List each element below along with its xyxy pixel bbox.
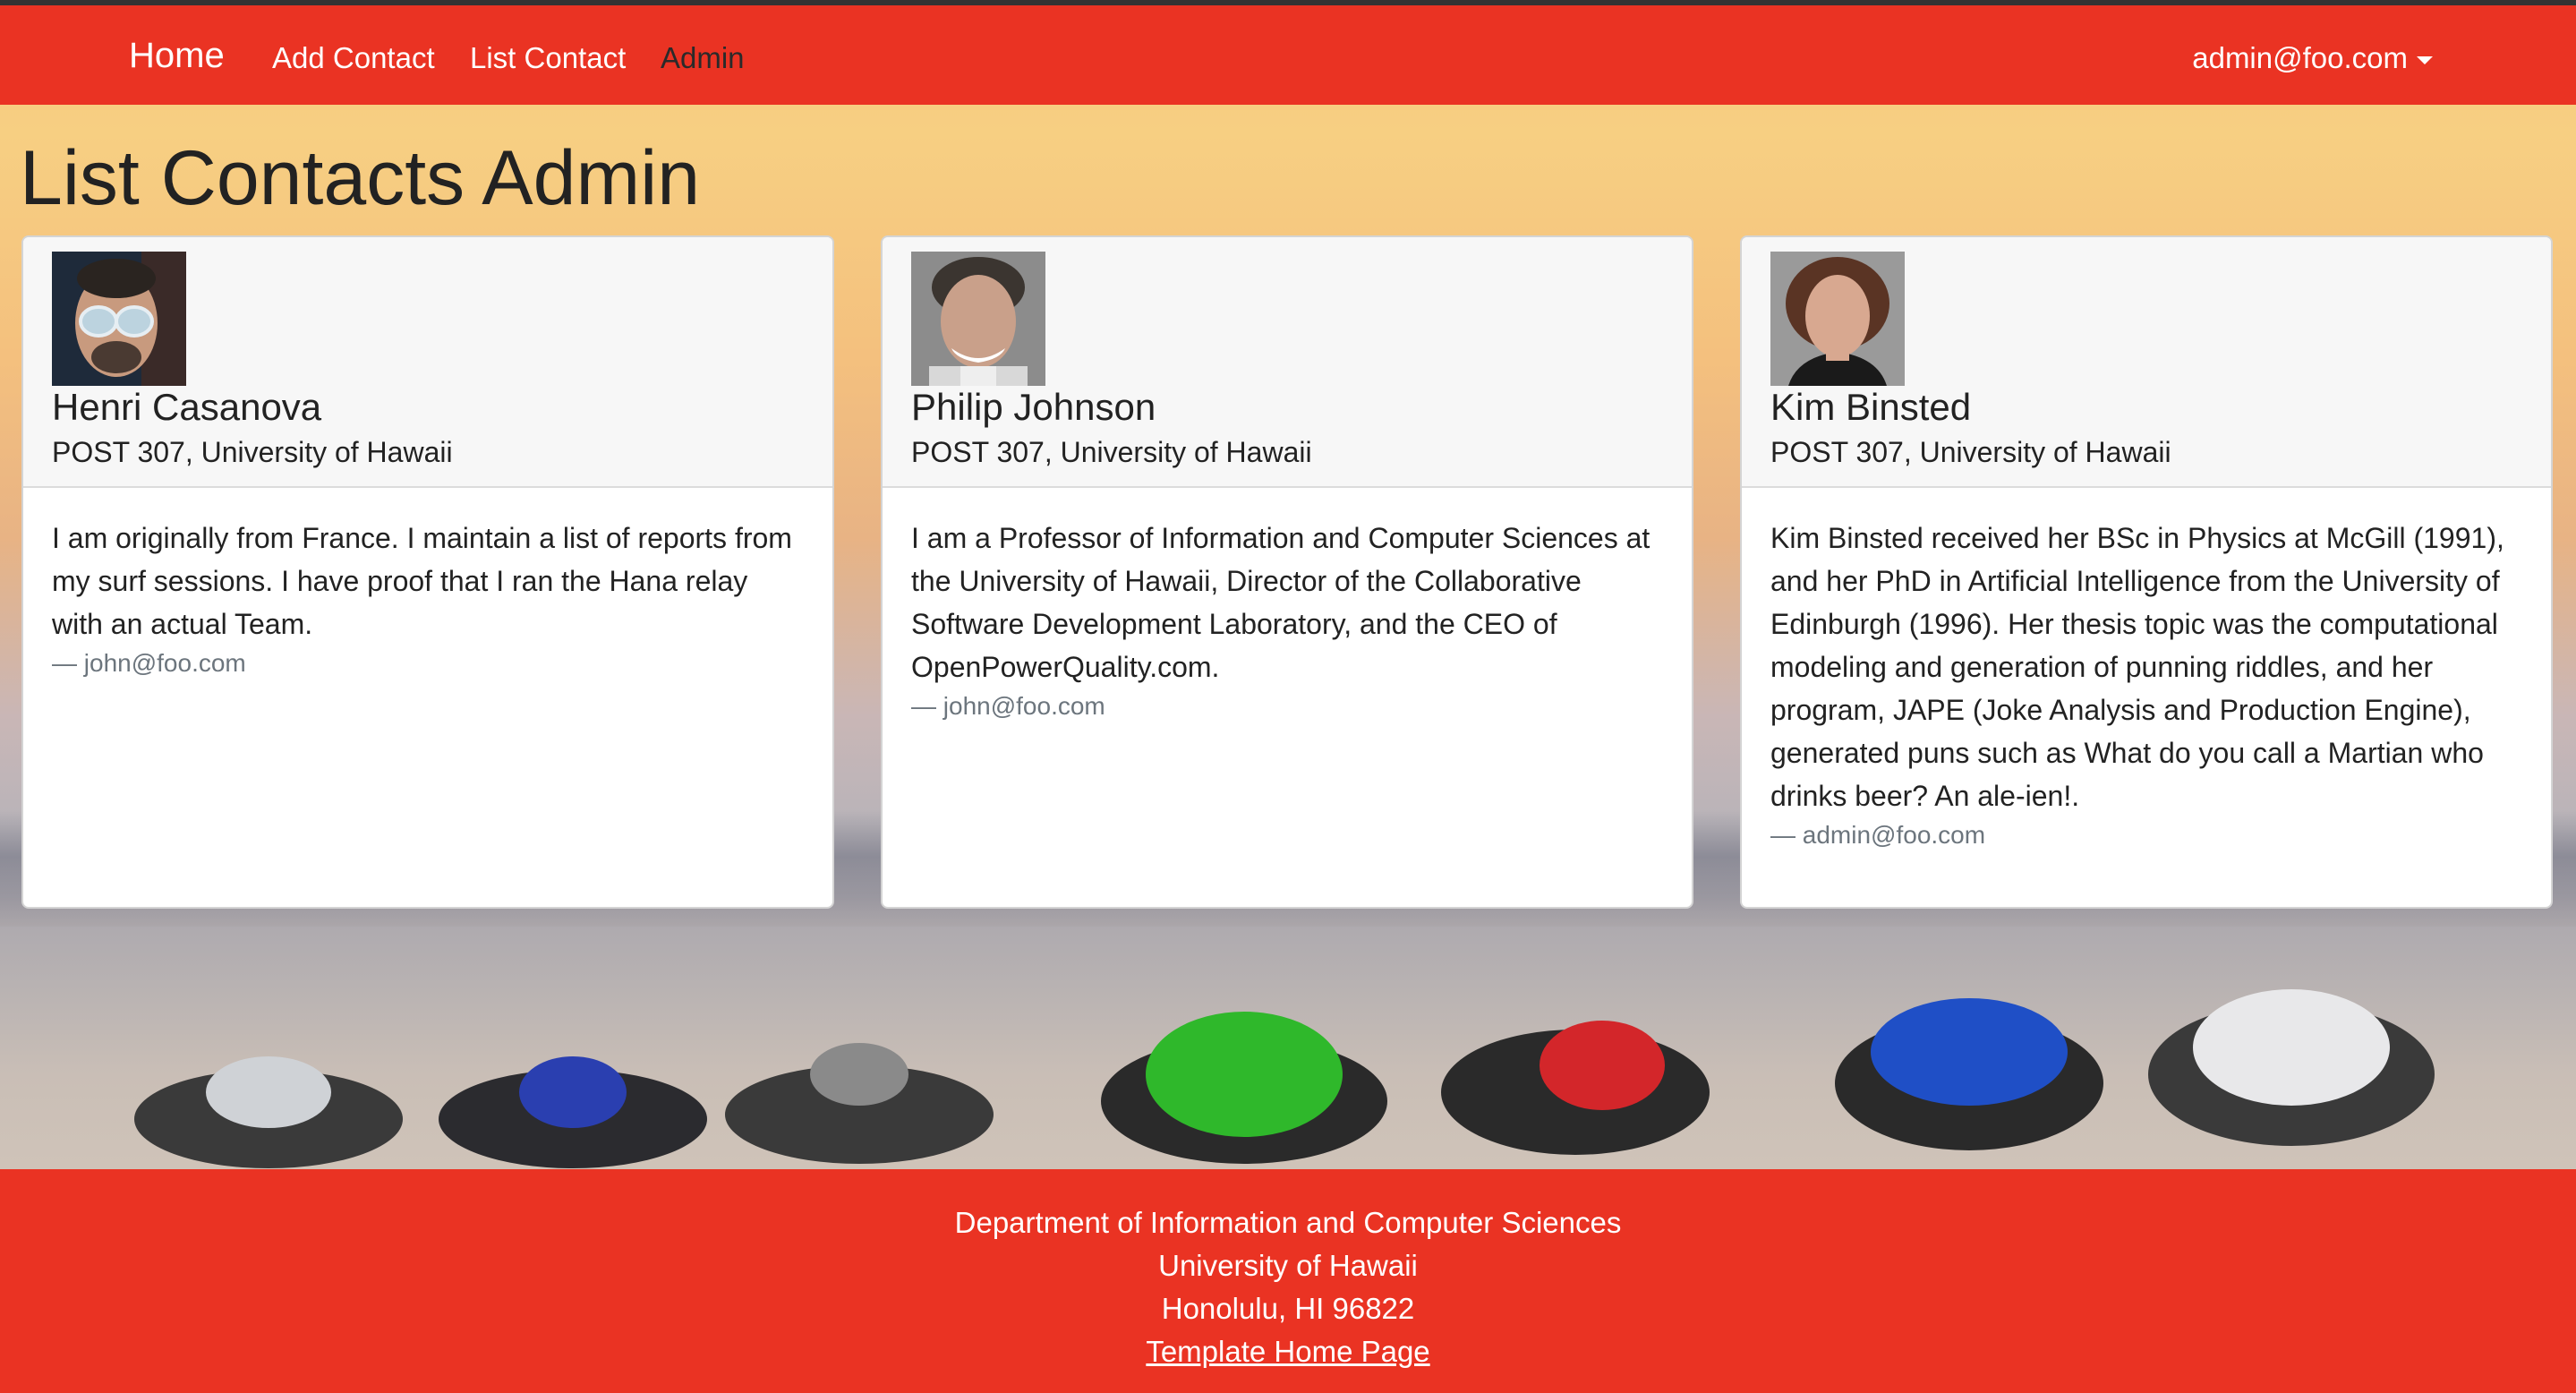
nav-add-contact-link[interactable]: Add Contact (272, 41, 435, 75)
contact-name: Henri Casanova (52, 386, 322, 428)
footer: Department of Information and Computer S… (0, 1169, 2576, 1393)
contact-card: Kim Binsted POST 307, University of Hawa… (1740, 235, 2553, 909)
contact-card: Henri Casanova POST 307, University of H… (21, 235, 834, 909)
contact-photo-icon (911, 252, 1045, 386)
user-email: admin@foo.com (2192, 41, 2408, 74)
contact-address: POST 307, University of Hawaii (911, 436, 1312, 468)
contact-photo-icon (1770, 252, 1905, 386)
contact-avatar (1770, 252, 1905, 386)
footer-city: Honolulu, HI 96822 (1161, 1292, 1415, 1325)
card-body: I am a Professor of Information and Comp… (883, 488, 1692, 724)
nav-admin-link[interactable]: Admin (661, 41, 745, 75)
template-home-page-link[interactable]: Template Home Page (1146, 1335, 1429, 1368)
contact-card: Philip Johnson POST 307, University of H… (881, 235, 1693, 909)
footer-department: Department of Information and Computer S… (954, 1206, 1622, 1239)
card-header: Henri Casanova POST 307, University of H… (23, 237, 832, 488)
card-header: Philip Johnson POST 307, University of H… (883, 237, 1692, 488)
contact-description: Kim Binsted received her BSc in Physics … (1770, 522, 2504, 812)
user-dropdown[interactable]: admin@foo.com (2192, 41, 2433, 75)
contact-name: Kim Binsted (1770, 386, 1972, 428)
contact-name: Philip Johnson (911, 386, 1156, 428)
contact-avatar (911, 252, 1045, 386)
card-header: Kim Binsted POST 307, University of Hawa… (1742, 237, 2551, 488)
navbar: Home Add Contact List Contact Admin admi… (0, 5, 2576, 105)
contact-description: I am originally from France. I maintain … (52, 522, 792, 640)
background-motorcycles (134, 989, 2435, 1168)
caret-down-icon (2417, 56, 2433, 64)
page-title: List Contacts Admin (20, 135, 701, 221)
card-body: I am originally from France. I maintain … (23, 488, 832, 681)
contact-owner: — john@foo.com (911, 692, 1105, 720)
card-body: Kim Binsted received her BSc in Physics … (1742, 488, 2551, 853)
contact-description: I am a Professor of Information and Comp… (911, 522, 1651, 683)
nav-home-link[interactable]: Home (129, 36, 225, 76)
contact-avatar (52, 252, 186, 386)
contact-address: POST 307, University of Hawaii (1770, 436, 2171, 468)
contact-owner: — admin@foo.com (1770, 821, 1986, 849)
footer-university: University of Hawaii (1158, 1249, 1418, 1282)
contact-owner: — john@foo.com (52, 649, 246, 677)
nav-list-contact-link[interactable]: List Contact (470, 41, 626, 75)
contact-photo-icon (52, 252, 186, 386)
contact-address: POST 307, University of Hawaii (52, 436, 453, 468)
